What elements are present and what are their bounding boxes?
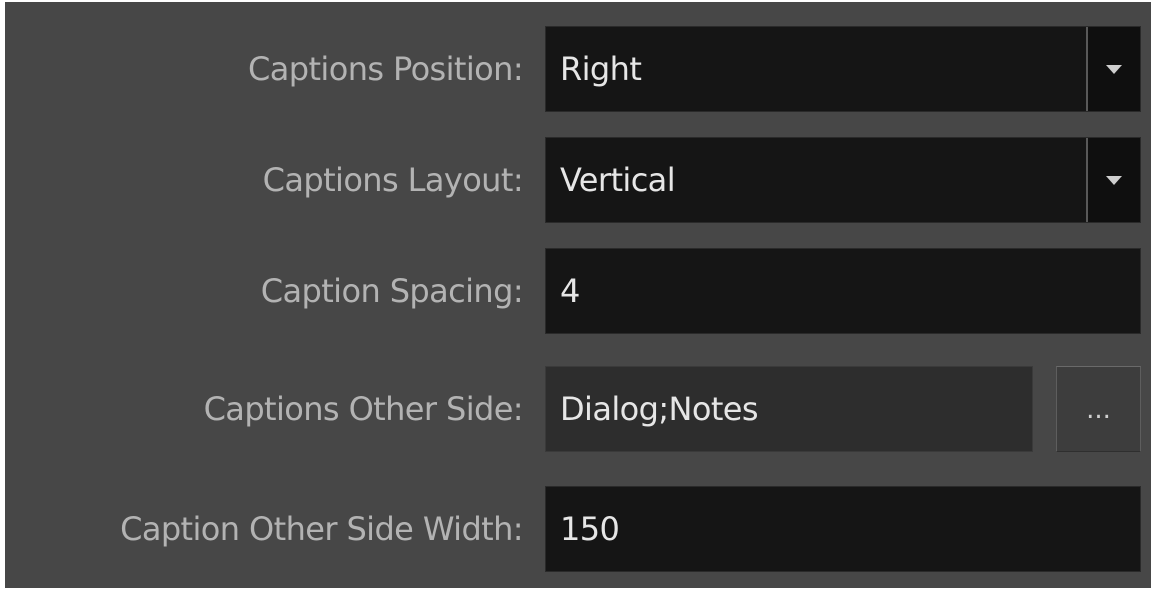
caption-other-side-width-input[interactable]: 150 (545, 486, 1141, 572)
caption-other-side-width-row: Caption Other Side Width: 150 (5, 486, 1151, 572)
captions-position-value: Right (560, 50, 642, 88)
caption-spacing-input[interactable]: 4 (545, 248, 1141, 334)
captions-position-select[interactable]: Right (545, 26, 1141, 112)
captions-position-label: Captions Position: (248, 50, 524, 88)
caption-spacing-row: Caption Spacing: 4 (5, 248, 1151, 334)
captions-other-side-browse-button[interactable]: ... (1056, 366, 1141, 452)
captions-layout-label: Captions Layout: (262, 161, 524, 199)
caption-other-side-width-value: 150 (560, 510, 620, 548)
captions-layout-select[interactable]: Vertical (545, 137, 1141, 223)
captions-other-side-field: Dialog;Notes (545, 366, 1033, 452)
captions-position-row: Captions Position: Right (5, 26, 1151, 112)
captions-position-dropdown-button[interactable] (1086, 27, 1140, 111)
caption-settings-panel: Captions Position: Right Captions Layout… (5, 2, 1151, 588)
chevron-down-icon (1106, 65, 1122, 74)
chevron-down-icon (1106, 176, 1122, 185)
captions-other-side-row: Captions Other Side: Dialog;Notes ... (5, 366, 1151, 452)
captions-layout-row: Captions Layout: Vertical (5, 137, 1151, 223)
captions-other-side-value: Dialog;Notes (560, 390, 759, 428)
caption-spacing-value: 4 (560, 272, 580, 310)
captions-other-side-label: Captions Other Side: (203, 390, 524, 428)
captions-layout-value: Vertical (560, 161, 676, 199)
caption-other-side-width-label: Caption Other Side Width: (120, 510, 524, 548)
caption-spacing-label: Caption Spacing: (260, 272, 524, 310)
captions-layout-dropdown-button[interactable] (1086, 138, 1140, 222)
